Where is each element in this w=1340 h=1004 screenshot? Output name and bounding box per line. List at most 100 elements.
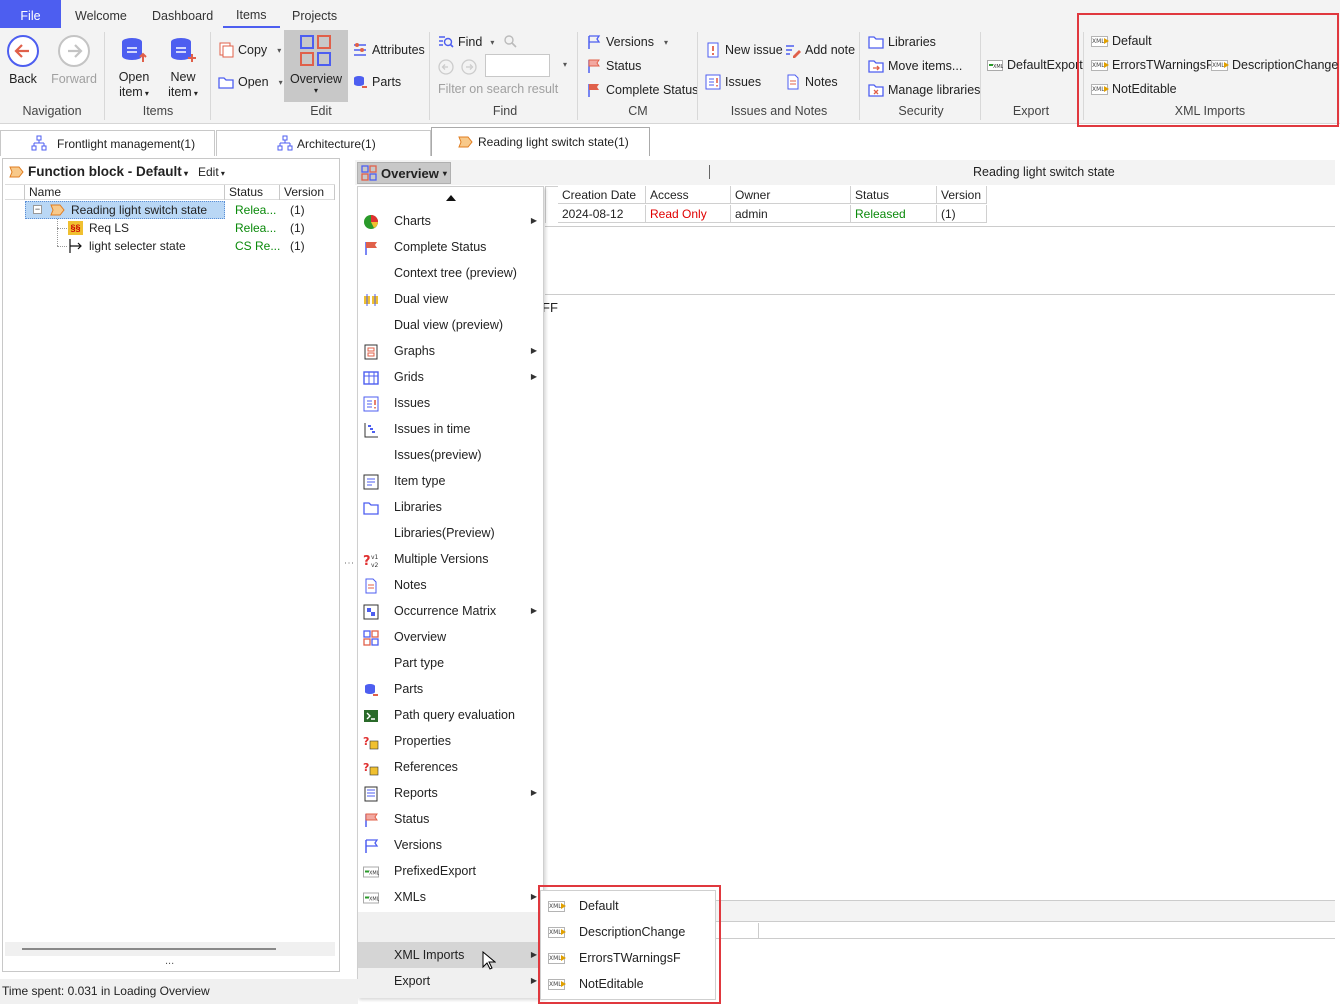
tree-header-name[interactable]: Name: [25, 185, 225, 200]
overview-label: Overview: [289, 72, 343, 86]
manage-libraries-button[interactable]: Manage libraries: [868, 82, 980, 98]
complete-status-button[interactable]: Complete Status: [586, 82, 698, 98]
menu-item-dual-view-preview[interactable]: Dual view (preview): [358, 312, 543, 338]
grid-header-status[interactable]: Status: [851, 186, 937, 204]
menu-item-status[interactable]: Status: [358, 806, 543, 832]
group-label-edit: Edit: [310, 104, 332, 118]
menu-item-xml-imports[interactable]: XML Imports ▶: [358, 942, 543, 968]
menu-item-issues-preview[interactable]: Issues(preview): [358, 442, 543, 468]
group-label-export: Export: [1012, 104, 1050, 118]
collapse-toggle[interactable]: −: [33, 205, 42, 214]
libraries-folder-icon: [363, 499, 379, 515]
forward-button[interactable]: Forward: [50, 34, 98, 87]
tree-panel-title[interactable]: Function block - Default ▾: [28, 164, 188, 179]
menu-item-item-type[interactable]: Item type: [358, 468, 543, 494]
move-items-button[interactable]: Move items...: [868, 58, 962, 74]
menu-item-context-tree-preview[interactable]: Context tree (preview): [358, 260, 543, 286]
tree-header-version[interactable]: Version: [280, 185, 335, 200]
next-result-icon[interactable]: [460, 58, 478, 76]
menu-item-graphs[interactable]: Graphs ▶: [358, 338, 543, 364]
menu-item-xmls[interactable]: XML XMLs ▶: [358, 884, 543, 910]
xml-import-description-button[interactable]: XML DescriptionChange: [1211, 58, 1338, 72]
grid-header-creation-date[interactable]: Creation Date: [558, 186, 646, 204]
issues-button[interactable]: Issues: [705, 74, 761, 90]
chart-pie-icon: [363, 213, 379, 229]
menu-item-charts[interactable]: Charts ▶: [358, 208, 543, 234]
menu-item-grids[interactable]: Grids ▶: [358, 364, 543, 390]
chevron-down-icon[interactable]: ▾: [563, 60, 567, 69]
find-button[interactable]: Find ▾: [438, 34, 494, 50]
tab-dashboard[interactable]: Dashboard: [139, 0, 226, 28]
parts-button[interactable]: Parts: [352, 74, 401, 90]
notes-button[interactable]: Notes: [785, 74, 838, 90]
scrollbar-thumb[interactable]: [22, 948, 276, 950]
menu-item-multiple-versions[interactable]: ? v1 v2 Multiple Versions: [358, 546, 543, 572]
xml-import-errors-button[interactable]: XML ErrorsTWarningsF: [1091, 58, 1214, 72]
grid-header-version[interactable]: Version: [937, 186, 987, 204]
menu-item-prefixedexport[interactable]: XML PrefixedExport: [358, 858, 543, 884]
menu-item-libraries[interactable]: Libraries: [358, 494, 543, 520]
menu-item-complete-status[interactable]: Complete Status: [358, 234, 543, 260]
menu-item-properties[interactable]: ? Properties: [358, 728, 543, 754]
open-button[interactable]: Open ▾: [218, 74, 283, 90]
xml-import-noteditable-button[interactable]: XML NotEditable: [1091, 82, 1177, 96]
menu-item-references[interactable]: ? References: [358, 754, 543, 780]
menu-item-dual-view[interactable]: Dual view: [358, 286, 543, 312]
search-person-icon[interactable]: [502, 34, 520, 50]
tree-edit-menu[interactable]: Edit ▾: [198, 165, 225, 179]
tree-header-status[interactable]: Status: [225, 185, 280, 200]
grid-header-owner[interactable]: Owner: [731, 186, 851, 204]
chevron-right-icon: ▶: [530, 372, 537, 381]
open-item-button[interactable]: Open item ▾: [113, 36, 155, 101]
svg-text:?: ?: [363, 735, 369, 748]
menu-item-occurrence-matrix[interactable]: Occurrence Matrix ▶: [358, 598, 543, 624]
menu-item-path-query-evaluation[interactable]: Path query evaluation: [358, 702, 543, 728]
tab-projects[interactable]: Projects: [279, 0, 350, 28]
grid-header-access[interactable]: Access: [646, 186, 731, 204]
tree-row-name[interactable]: Req LS: [89, 219, 129, 237]
overview-view-button[interactable]: Overview ▾: [357, 162, 451, 184]
attributes-button[interactable]: Attributes: [352, 42, 425, 58]
tab-welcome[interactable]: Welcome: [62, 0, 140, 28]
menu-item-part-type[interactable]: Part type: [358, 650, 543, 676]
submenu-item-errorstwarningsf[interactable]: XML ErrorsTWarningsF: [541, 945, 715, 971]
xml-import-default-button[interactable]: XML Default: [1091, 34, 1152, 48]
tree-row-name[interactable]: light selecter state: [89, 237, 186, 255]
menu-item-parts[interactable]: Parts: [358, 676, 543, 702]
submenu-item-noteditable[interactable]: XML NotEditable: [541, 971, 715, 997]
menu-item-label: Libraries(Preview): [394, 526, 495, 540]
menu-item-issues[interactable]: Issues: [358, 390, 543, 416]
scroll-up-icon[interactable]: [446, 195, 456, 201]
versions-button[interactable]: Versions ▾: [586, 34, 668, 50]
doc-tab-frontlight[interactable]: Frontlight management(1): [0, 130, 215, 156]
find-label: Find: [458, 35, 483, 49]
menu-item-reports[interactable]: Reports ▶: [358, 780, 543, 806]
menu-item-export[interactable]: Export ▶: [358, 968, 543, 994]
libraries-button[interactable]: Libraries: [868, 34, 936, 50]
find-input[interactable]: [485, 54, 550, 77]
menu-item-notes[interactable]: Notes: [358, 572, 543, 598]
back-button[interactable]: Back: [4, 34, 42, 87]
filter-search-result[interactable]: Filter on search result: [438, 82, 558, 96]
vertical-splitter-grip[interactable]: ⋮: [343, 558, 354, 568]
tree-row-name[interactable]: Reading light switch state: [71, 201, 207, 219]
menu-item-issues-in-time[interactable]: Issues in time: [358, 416, 543, 442]
menu-item-libraries-preview[interactable]: Libraries(Preview): [358, 520, 543, 546]
new-item-button[interactable]: New item ▾: [162, 36, 204, 101]
splitter-grip[interactable]: ...: [165, 955, 174, 967]
previous-result-icon[interactable]: [437, 58, 455, 76]
file-tab[interactable]: File: [0, 0, 61, 28]
add-note-button[interactable]: Add note: [785, 42, 855, 58]
submenu-item-default[interactable]: XML Default: [541, 893, 715, 919]
menu-item-versions[interactable]: Versions: [358, 832, 543, 858]
submenu-item-descriptionchange[interactable]: XML DescriptionChange: [541, 919, 715, 945]
new-issue-button[interactable]: New issue: [705, 42, 783, 58]
doc-tab-reading-light[interactable]: Reading light switch state(1): [431, 127, 650, 156]
menu-item-overview[interactable]: Overview: [358, 624, 543, 650]
doc-tab-architecture[interactable]: Architecture(1): [216, 130, 431, 156]
tab-items[interactable]: Items: [223, 0, 280, 28]
default-export-button[interactable]: XML DefaultExport: [987, 58, 1083, 72]
status-button[interactable]: Status: [586, 58, 641, 74]
copy-button[interactable]: Copy ▾: [218, 42, 281, 58]
overview-button[interactable]: Overview ▾: [284, 30, 348, 102]
